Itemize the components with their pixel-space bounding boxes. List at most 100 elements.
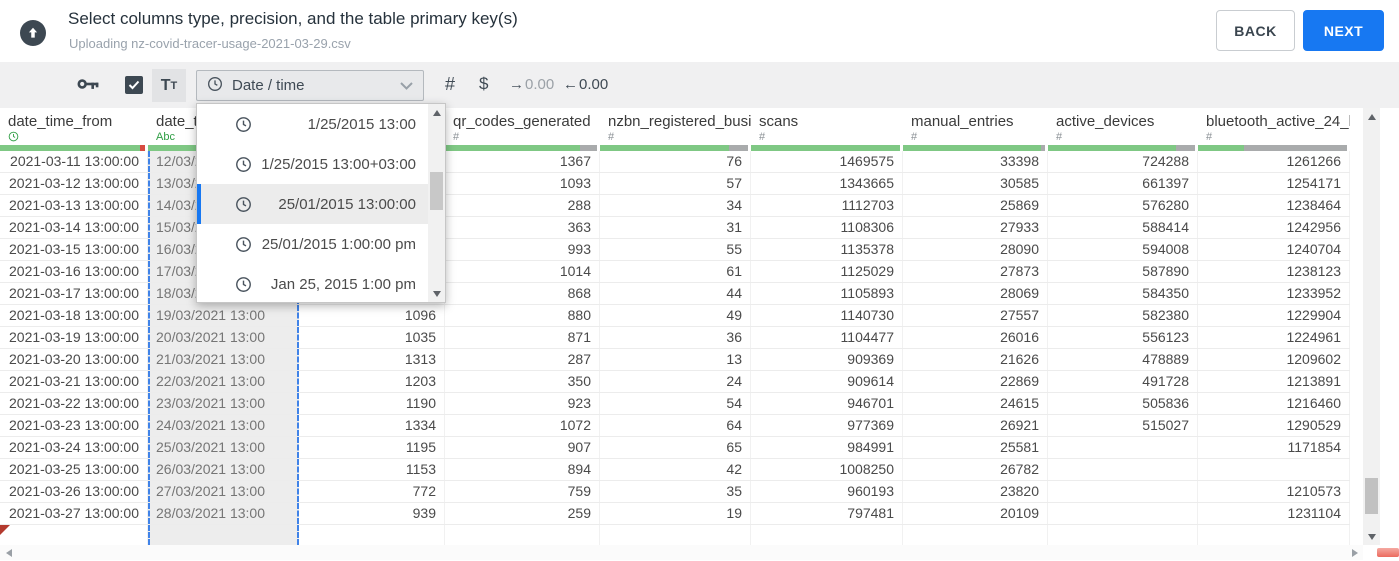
- dropdown-scrollbar[interactable]: [428, 104, 445, 302]
- column-header-manual_entries[interactable]: manual_entries #: [903, 108, 1048, 145]
- cell: 2021-03-13 13:00:00: [0, 195, 148, 216]
- clock-icon: [235, 236, 252, 253]
- cell: 505836: [1048, 393, 1198, 414]
- cell: 880: [445, 305, 600, 326]
- scroll-down-button[interactable]: [1363, 528, 1380, 545]
- cell: 797481: [751, 503, 903, 524]
- column-header-scans[interactable]: scans #: [751, 108, 903, 145]
- cell: [445, 525, 600, 545]
- cell: 2021-03-17 13:00:00: [0, 283, 148, 304]
- datetime-format-dropdown: 1/25/2015 13:00 1/25/2015 13:00+03:00 25/0…: [196, 103, 446, 303]
- cell: 28069: [903, 283, 1048, 304]
- cell: 576280: [1048, 195, 1198, 216]
- primary-key-icon[interactable]: [77, 77, 100, 96]
- number-type-indicator: #: [759, 131, 766, 143]
- cell: 27557: [903, 305, 1048, 326]
- decrease-decimal-label: 0.00: [579, 76, 609, 93]
- number-type-indicator: #: [608, 131, 615, 143]
- vertical-scrollbar-thumb[interactable]: [1365, 478, 1378, 514]
- cell: 2021-03-18 13:00:00: [0, 305, 148, 326]
- cell: 26921: [903, 415, 1048, 436]
- cell: 2021-03-23 13:00:00: [0, 415, 148, 436]
- row-error-marker: [0, 525, 10, 535]
- cell: 2021-03-15 13:00:00: [0, 239, 148, 260]
- format-option[interactable]: 25/01/2015 13:00:00: [197, 184, 428, 224]
- cell: 24615: [903, 393, 1048, 414]
- clock-icon: [235, 276, 252, 293]
- cell: 594008: [1048, 239, 1198, 260]
- format-option-label: 25/01/2015 13:00:00: [278, 195, 416, 213]
- next-button[interactable]: NEXT: [1303, 10, 1384, 51]
- number-type-button[interactable]: #: [445, 74, 455, 95]
- table-row: 2021-03-21 13:00:00 22/03/2021 13:00 1203 3…: [0, 371, 1350, 393]
- column-header-active_devices[interactable]: active_devices #: [1048, 108, 1198, 145]
- cell: 19: [600, 503, 751, 524]
- scroll-left-button[interactable]: [0, 544, 17, 561]
- cell: [1198, 459, 1350, 480]
- currency-type-button[interactable]: $: [479, 74, 488, 94]
- table-row: [0, 525, 1350, 545]
- scroll-right-button[interactable]: [1346, 544, 1363, 561]
- dropdown-scrollbar-thumb[interactable]: [430, 172, 443, 210]
- cell: 584350: [1048, 283, 1198, 304]
- cell: 923: [445, 393, 600, 414]
- clock-icon: [235, 116, 252, 133]
- cell: 556123: [1048, 327, 1198, 348]
- arrow-right-icon: →: [509, 76, 524, 93]
- cell: 26/03/2021 13:00: [148, 459, 299, 480]
- format-option-label: 25/01/2015 1:00:00 pm: [261, 235, 416, 253]
- scroll-up-button[interactable]: [1363, 108, 1380, 125]
- cell: 1105893: [751, 283, 903, 304]
- back-button[interactable]: BACK: [1216, 10, 1295, 51]
- decrease-decimal-button[interactable]: ← 0.00: [563, 76, 608, 93]
- cell: 1231104: [1198, 503, 1350, 524]
- cell: 35: [600, 481, 751, 502]
- primary-key-checkbox[interactable]: [125, 76, 143, 94]
- cell: 28/03/2021 13:00: [148, 503, 299, 524]
- number-type-indicator: #: [1206, 131, 1213, 143]
- clock-icon: [235, 196, 252, 213]
- cell: 36: [600, 327, 751, 348]
- text-type-button[interactable]: TT: [152, 69, 186, 102]
- format-option[interactable]: 1/25/2015 13:00: [197, 104, 428, 144]
- cell: [751, 525, 903, 545]
- cell: 1209602: [1198, 349, 1350, 370]
- number-type-indicator: #: [1056, 131, 1063, 143]
- cell: 363: [445, 217, 600, 238]
- dropdown-scroll-up-button[interactable]: [428, 104, 445, 121]
- number-type-indicator: #: [911, 131, 918, 143]
- cell: 772: [299, 481, 445, 502]
- cell: 588414: [1048, 217, 1198, 238]
- cell: 724288: [1048, 151, 1198, 172]
- cell: 1210573: [1198, 481, 1350, 502]
- table-row: 2021-03-23 13:00:00 24/03/2021 13:00 1334 1…: [0, 415, 1350, 437]
- column-header-qr_codes_generated[interactable]: qr_codes_generated #: [445, 108, 600, 145]
- cell: 661397: [1048, 173, 1198, 194]
- cell: 515027: [1048, 415, 1198, 436]
- horizontal-scrollbar[interactable]: [0, 545, 1363, 560]
- format-option[interactable]: Jan 25, 2015 1:00 pm: [197, 264, 428, 302]
- cell: 2021-03-25 13:00:00: [0, 459, 148, 480]
- cell: 25869: [903, 195, 1048, 216]
- datetime-format-select[interactable]: Date / time: [196, 70, 424, 101]
- dropdown-scroll-down-button[interactable]: [428, 285, 445, 302]
- cell: 1014: [445, 261, 600, 282]
- cell: 1096: [299, 305, 445, 326]
- format-option[interactable]: 25/01/2015 1:00:00 pm: [197, 224, 428, 264]
- clock-icon: [207, 76, 223, 96]
- vertical-scrollbar[interactable]: [1363, 108, 1380, 545]
- cell: 1216460: [1198, 393, 1350, 414]
- cell: 64: [600, 415, 751, 436]
- cell: 350: [445, 371, 600, 392]
- cell: [148, 525, 299, 545]
- increase-decimal-button[interactable]: → 0.00: [509, 76, 554, 93]
- cell: 868: [445, 283, 600, 304]
- column-header-date_time_from[interactable]: date_time_from: [0, 108, 148, 145]
- column-header-nzbn_registered_busine[interactable]: nzbn_registered_busine#: [600, 108, 751, 145]
- cell: 478889: [1048, 349, 1198, 370]
- page-title: Select columns type, precision, and the …: [68, 9, 518, 28]
- column-header-bluetooth_active_24_hr_[interactable]: bluetooth_active_24_hr_#: [1198, 108, 1350, 145]
- clock-icon: [235, 156, 252, 173]
- format-option[interactable]: 1/25/2015 13:00+03:00: [197, 144, 428, 184]
- cell: 26782: [903, 459, 1048, 480]
